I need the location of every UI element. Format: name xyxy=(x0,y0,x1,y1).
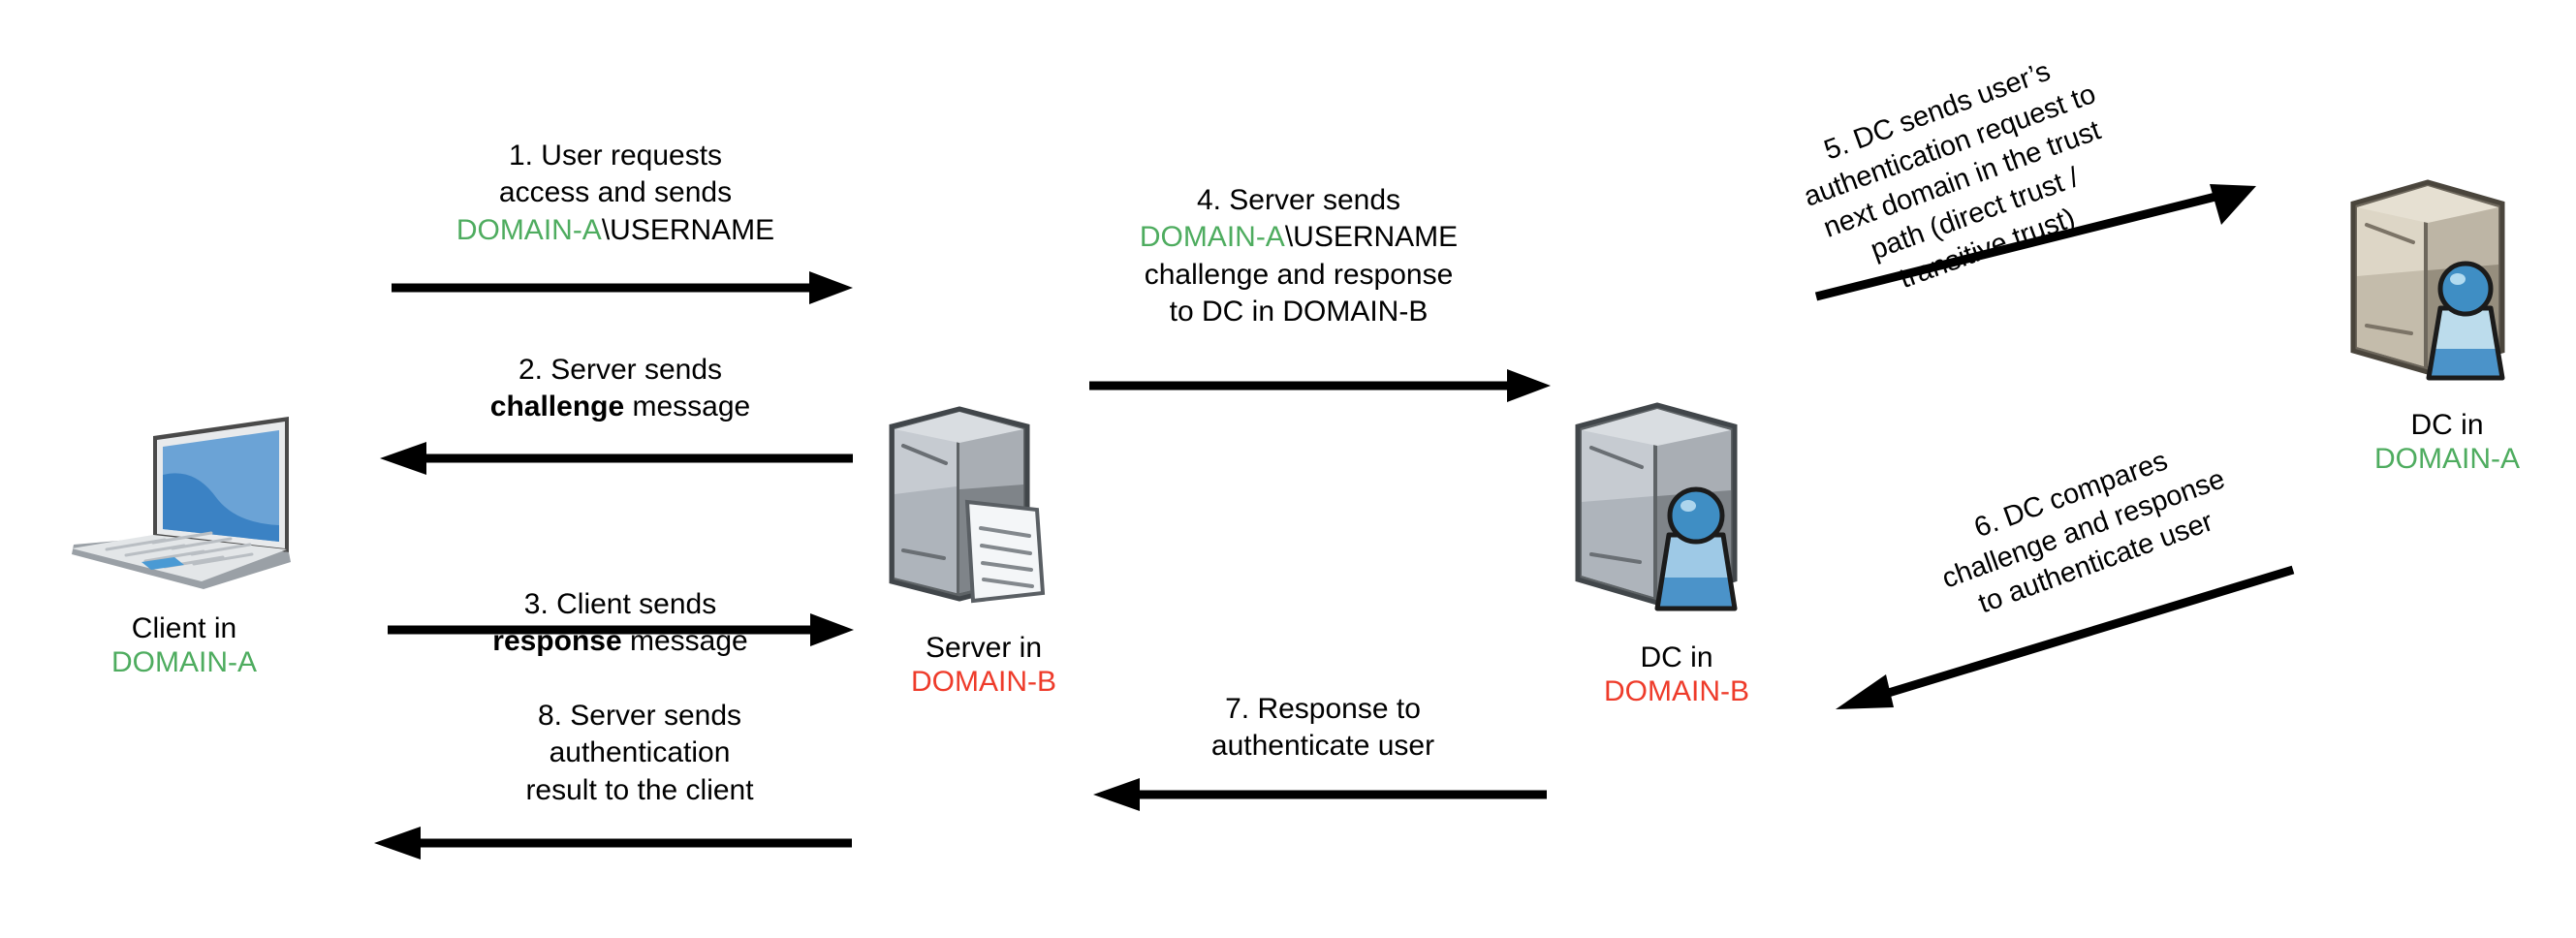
dcb-line1: DC in xyxy=(1640,641,1713,673)
step-4-line-4: to DC in DOMAIN-B xyxy=(1169,296,1429,328)
step-8-line-1: 8. Server sends xyxy=(537,700,742,732)
step-4-username: \USERNAME xyxy=(1284,221,1459,254)
node-dc-a-label: DC in DOMAIN-A xyxy=(2326,408,2568,477)
step-7-label: 7. Response to authenticate user xyxy=(1095,691,1551,766)
step-1-arrow xyxy=(392,271,853,304)
step-1-username: \USERNAME xyxy=(601,213,775,246)
step-1-line-3: DOMAIN-A\USERNAME xyxy=(388,212,843,249)
step-2-message: message xyxy=(624,391,751,423)
laptop-icon xyxy=(72,417,291,589)
server-line1: Server in xyxy=(925,632,1043,664)
server-line2: DOMAIN-B xyxy=(911,666,1056,699)
step-7-line-1: 7. Response to xyxy=(1225,693,1421,725)
step-8-arrow xyxy=(374,827,852,860)
step-4-domain-a: DOMAIN-A xyxy=(1139,221,1285,254)
node-server: Server in DOMAIN-B xyxy=(863,388,1105,700)
step-2-challenge: challenge xyxy=(489,391,625,423)
step-4-line-3: challenge and response xyxy=(1144,258,1454,291)
step-7-arrow xyxy=(1093,778,1547,811)
step-2-line-2: challenge message xyxy=(388,389,853,425)
step-4-label: 4. Server sends DOMAIN-A\USERNAME challe… xyxy=(1056,182,1541,331)
domain-controller-icon xyxy=(2350,179,2505,381)
step-5-arrow xyxy=(1814,184,2256,301)
step-8-label: 8. Server sends authentication result to… xyxy=(412,698,867,809)
dca-line2: DOMAIN-A xyxy=(2374,443,2520,476)
step-1-line-1: 1. User requests xyxy=(508,140,723,172)
step-4-line-2: DOMAIN-A\USERNAME xyxy=(1056,219,1541,256)
dca-line1: DC in xyxy=(2410,409,2484,441)
node-dc-domain-a: DC in DOMAIN-A xyxy=(2326,165,2568,477)
client-line1: Client in xyxy=(131,612,237,644)
step-4-line-1: 4. Server sends xyxy=(1196,184,1401,216)
step-4-arrow xyxy=(1089,369,1551,402)
step-2-line-1: 2. Server sends xyxy=(518,354,723,386)
step-8-line-2: authentication xyxy=(549,736,731,769)
step-1-label: 1. User requests access and sends DOMAIN… xyxy=(388,138,843,249)
domain-controller-icon xyxy=(1575,402,1738,611)
step-2-arrow xyxy=(380,442,853,475)
step-1-domain-a: DOMAIN-A xyxy=(456,213,602,246)
step-8-line-3: result to the client xyxy=(525,773,754,806)
server-document-icon xyxy=(889,406,1046,604)
diagram-canvas: Client in DOMAIN-A Server in DOMAIN-B DC… xyxy=(0,0,2576,938)
step-1-line-2: access and sends xyxy=(498,176,733,209)
step-6-arrow xyxy=(1836,565,2295,709)
dcb-line2: DOMAIN-B xyxy=(1604,675,1749,708)
step-3-arrow xyxy=(388,613,854,646)
step-7-line-2: authenticate user xyxy=(1210,730,1435,763)
node-client: Client in DOMAIN-A xyxy=(48,407,320,680)
node-server-label: Server in DOMAIN-B xyxy=(863,631,1105,700)
step-2-label: 2. Server sends challenge message xyxy=(388,352,853,426)
client-line2: DOMAIN-A xyxy=(111,646,257,679)
node-client-label: Client in DOMAIN-A xyxy=(48,611,320,680)
node-dc-domain-b: DC in DOMAIN-B xyxy=(1551,388,1803,709)
node-dc-b-label: DC in DOMAIN-B xyxy=(1551,641,1803,709)
